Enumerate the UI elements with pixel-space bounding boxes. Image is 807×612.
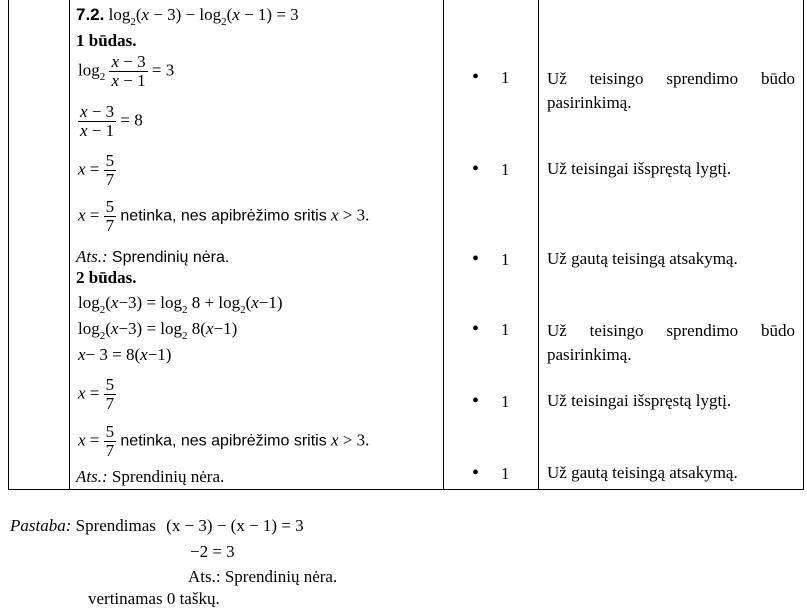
method2-title: 2 būdas. bbox=[76, 268, 137, 287]
problem-statement: 7.2. log2(x − 3) − log2(x − 1) = 3 bbox=[76, 5, 299, 28]
bullet-icon: • bbox=[472, 318, 480, 340]
method1-answer: Ats.: Sprendinių nėra. bbox=[76, 247, 230, 266]
criterion-2: Už teisingai išspręstą lygtį. bbox=[547, 159, 732, 178]
method2-line-1: log2(x−3) = log2 8 + log2(x−1) bbox=[78, 293, 283, 316]
table-bottom-border bbox=[8, 489, 804, 490]
method2-line-3: x− 3 = 8(x−1) bbox=[78, 345, 172, 364]
note-line-2: −2 = 3 bbox=[190, 542, 235, 561]
bullet-icon: • bbox=[472, 462, 480, 484]
bullet-icon: • bbox=[472, 158, 480, 180]
score-row-6: • 1 bbox=[472, 462, 510, 484]
note-line-4: vertinamas 0 taškų. bbox=[88, 589, 220, 608]
score-row-1: • 1 bbox=[472, 66, 510, 88]
method1-line-1: log2 x − 3x − 1 = 3 bbox=[78, 52, 175, 90]
bullet-icon: • bbox=[472, 248, 480, 270]
note-line-3: Ats.: Sprendinių nėra. bbox=[188, 567, 338, 586]
col-divider-1 bbox=[443, 0, 444, 489]
table-left-border bbox=[8, 0, 9, 489]
bullet-icon: • bbox=[472, 390, 480, 412]
table-right-border bbox=[803, 0, 804, 489]
table-left-border-inner bbox=[69, 0, 70, 489]
note-label: Pastaba: bbox=[10, 516, 72, 535]
method2-answer: Ats.: Sprendinių nėra. bbox=[76, 467, 225, 486]
method2-line-4: x = 57 bbox=[78, 375, 117, 413]
method2-line-2: log2(x−3) = log2 8(x−1) bbox=[78, 319, 238, 342]
method1-title: 1 būdas. bbox=[76, 31, 137, 50]
criterion-1: Už teisingo sprendimo būdo pasirinkimą. bbox=[547, 69, 795, 112]
problem-number: 7.2. bbox=[76, 5, 105, 24]
score-row-3: • 1 bbox=[472, 248, 510, 270]
col-divider-2 bbox=[538, 0, 539, 489]
score-row-4: • 1 bbox=[472, 318, 510, 340]
criterion-5: Už teisingai išspręstą lygtį. bbox=[547, 391, 732, 410]
criterion-4: Už teisingo sprendimo būdo pasirinkimą. bbox=[547, 321, 795, 364]
criterion-3: Už gautą teisingą atsakymą. bbox=[547, 249, 738, 268]
note-line-1: Pastaba: Sprendimas (x − 3) − (x − 1) = … bbox=[10, 516, 304, 535]
method1-line-4: x = 57 netinka, nes apibrėžimo sritis x … bbox=[78, 197, 370, 235]
method2-line-5: x = 57 netinka, nes apibrėžimo sritis x … bbox=[78, 422, 370, 460]
method1-line-3: x = 57 bbox=[78, 151, 117, 189]
criterion-6: Už gautą teisingą atsakymą. bbox=[547, 463, 738, 482]
bullet-icon: • bbox=[472, 66, 480, 88]
method1-line-2: x − 3x − 1 = 8 bbox=[78, 102, 143, 140]
score-row-5: • 1 bbox=[472, 390, 510, 412]
score-row-2: • 1 bbox=[472, 158, 510, 180]
